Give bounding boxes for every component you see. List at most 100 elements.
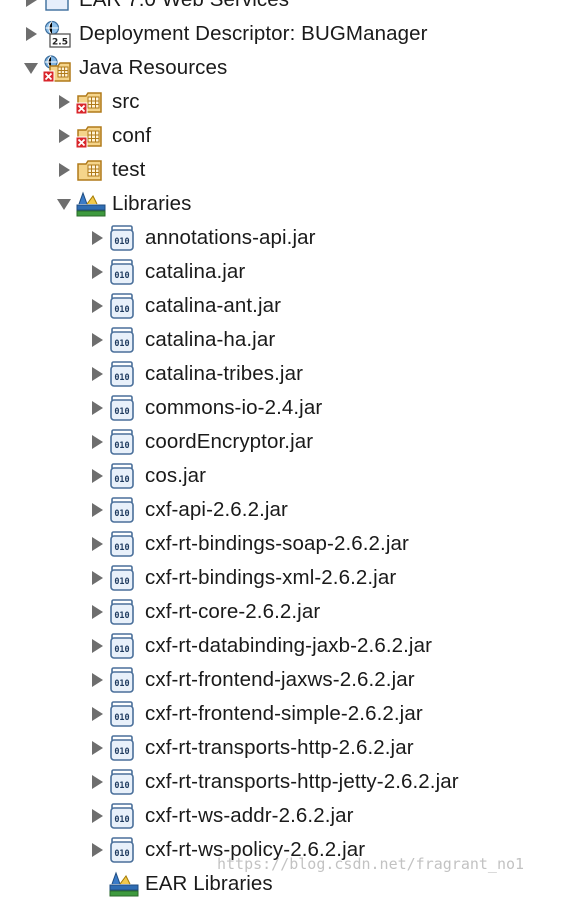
svg-text:010: 010 <box>114 407 129 417</box>
jar-icon: 010 <box>108 292 136 320</box>
jar-icon: 010 <box>108 632 136 660</box>
expand-arrow-icon[interactable] <box>88 773 106 791</box>
svg-text:010: 010 <box>114 237 129 247</box>
jar-icon: 010 <box>108 428 136 456</box>
deployment-descriptor-icon: 2.5 <box>42 20 71 48</box>
tree-item[interactable]: 010 cxf-rt-ws-addr-2.6.2.jar <box>0 799 562 833</box>
tree-item-label: cxf-rt-frontend-jaxws-2.6.2.jar <box>145 668 415 691</box>
expand-arrow-icon[interactable] <box>88 841 106 859</box>
expand-arrow-icon[interactable] <box>88 807 106 825</box>
svg-text:010: 010 <box>114 611 129 621</box>
tree-item[interactable]: 010 catalina-ha.jar <box>0 323 562 357</box>
tree-item[interactable]: 010 annotations-api.jar <box>0 221 562 255</box>
expand-arrow-icon[interactable] <box>88 433 106 451</box>
tree-item[interactable]: 010 cxf-api-2.6.2.jar <box>0 493 562 527</box>
jar-icon: 010 <box>108 768 136 796</box>
tree-item-label: src <box>112 90 140 113</box>
tree-item-label: Deployment Descriptor: BUGManager <box>79 22 428 45</box>
expand-arrow-icon[interactable] <box>88 603 106 621</box>
tree-item[interactable]: 010 catalina.jar <box>0 255 562 289</box>
tree-item-label: cxf-rt-transports-http-jetty-2.6.2.jar <box>145 770 459 793</box>
expand-arrow-icon[interactable] <box>88 331 106 349</box>
svg-text:010: 010 <box>114 747 129 757</box>
tree-item[interactable]: 010 cxf-rt-databinding-jaxb-2.6.2.jar <box>0 629 562 663</box>
tree-item-label: annotations-api.jar <box>145 226 316 249</box>
jar-icon: 010 <box>108 836 136 864</box>
expand-arrow-icon[interactable] <box>88 297 106 315</box>
expand-arrow-icon[interactable] <box>55 127 73 145</box>
tree-item[interactable]: Java Resources <box>0 51 562 85</box>
tree-item[interactable]: 010 cxf-rt-bindings-xml-2.6.2.jar <box>0 561 562 595</box>
tree-item[interactable]: 010 cxf-rt-transports-http-2.6.2.jar <box>0 731 562 765</box>
source-folder-error-icon <box>75 88 103 116</box>
tree-item[interactable]: 010 catalina-ant.jar <box>0 289 562 323</box>
jar-icon: 010 <box>108 530 136 558</box>
expand-arrow-icon[interactable] <box>88 705 106 723</box>
tree-item[interactable]: 2.5 Deployment Descriptor: BUGManager <box>0 17 562 51</box>
jar-icon: 010 <box>108 360 136 388</box>
collapse-arrow-icon[interactable] <box>55 195 73 213</box>
tree-item[interactable]: 010 cxf-rt-bindings-soap-2.6.2.jar <box>0 527 562 561</box>
jar-icon: 010 <box>108 258 136 286</box>
tree-item[interactable]: EAR 7.0 Web Services <box>0 0 562 17</box>
svg-text:010: 010 <box>114 781 129 791</box>
tree-item[interactable]: conf <box>0 119 562 153</box>
jar-icon: 010 <box>108 496 136 524</box>
expand-arrow-icon[interactable] <box>88 399 106 417</box>
expand-arrow-icon[interactable] <box>22 0 40 9</box>
jar-icon: 010 <box>108 666 136 694</box>
tree-item-label: EAR 7.0 Web Services <box>79 0 289 13</box>
tree-item[interactable]: Libraries <box>0 187 562 221</box>
jar-icon: 010 <box>108 598 136 626</box>
svg-text:010: 010 <box>114 305 129 315</box>
jar-icon: 010 <box>108 564 136 592</box>
tree-item[interactable]: 010 cxf-rt-transports-http-jetty-2.6.2.ja… <box>0 765 562 799</box>
expand-arrow-icon[interactable] <box>88 671 106 689</box>
jar-icon: 010 <box>108 802 136 830</box>
jar-icon: 010 <box>108 326 136 354</box>
expand-arrow-icon[interactable] <box>55 93 73 111</box>
libraries-icon <box>75 190 106 218</box>
tree-item[interactable]: test <box>0 153 562 187</box>
tree-item[interactable]: 010 catalina-tribes.jar <box>0 357 562 391</box>
svg-text:010: 010 <box>114 509 129 519</box>
expand-arrow-icon[interactable] <box>88 535 106 553</box>
web-services-icon <box>42 0 70 14</box>
tree-item-label: cxf-rt-databinding-jaxb-2.6.2.jar <box>145 634 433 657</box>
svg-text:010: 010 <box>114 543 129 553</box>
tree-item-label: catalina-tribes.jar <box>145 362 303 385</box>
tree-item[interactable]: 010 cxf-rt-core-2.6.2.jar <box>0 595 562 629</box>
expand-arrow-icon[interactable] <box>88 229 106 247</box>
tree-item[interactable]: 010 commons-io-2.4.jar <box>0 391 562 425</box>
tree-item-label: EAR Libraries <box>145 872 273 895</box>
expand-arrow-icon[interactable] <box>88 365 106 383</box>
svg-text:010: 010 <box>114 679 129 689</box>
svg-text:2.5: 2.5 <box>52 38 68 48</box>
svg-text:010: 010 <box>114 645 129 655</box>
tree-item[interactable]: 010 cxf-rt-frontend-jaxws-2.6.2.jar <box>0 663 562 697</box>
jar-icon: 010 <box>108 462 136 490</box>
expand-arrow-icon[interactable] <box>88 637 106 655</box>
tree-item-label: coordEncryptor.jar <box>145 430 314 453</box>
tree-item-label: cxf-rt-core-2.6.2.jar <box>145 600 321 623</box>
tree-item[interactable]: 010 coordEncryptor.jar <box>0 425 562 459</box>
expand-arrow-icon[interactable] <box>88 739 106 757</box>
svg-text:010: 010 <box>114 373 129 383</box>
expand-arrow-icon[interactable] <box>88 569 106 587</box>
source-folder-error-icon <box>75 122 103 150</box>
tree-item-label: test <box>112 158 146 181</box>
tree-item[interactable]: 010 cxf-rt-frontend-simple-2.6.2.jar <box>0 697 562 731</box>
svg-text:010: 010 <box>114 713 129 723</box>
tree-item-label: cxf-rt-transports-http-2.6.2.jar <box>145 736 414 759</box>
tree-item[interactable]: src <box>0 85 562 119</box>
expand-arrow-icon[interactable] <box>88 501 106 519</box>
expand-arrow-icon[interactable] <box>88 467 106 485</box>
tree-item-label: cxf-api-2.6.2.jar <box>145 498 288 521</box>
collapse-arrow-icon[interactable] <box>22 59 40 77</box>
svg-text:010: 010 <box>114 271 129 281</box>
expand-arrow-icon[interactable] <box>22 25 40 43</box>
tree-item-label: catalina-ha.jar <box>145 328 276 351</box>
tree-item[interactable]: 010 cos.jar <box>0 459 562 493</box>
expand-arrow-icon[interactable] <box>88 263 106 281</box>
expand-arrow-icon[interactable] <box>55 161 73 179</box>
